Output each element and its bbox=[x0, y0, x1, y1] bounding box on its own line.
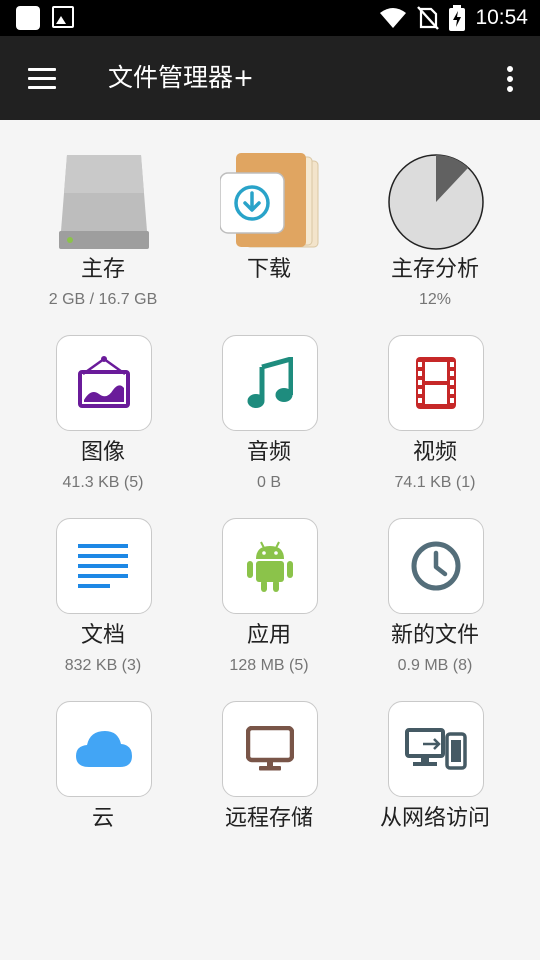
clock-time: 10:54 bbox=[475, 6, 528, 29]
documents-icon-button bbox=[56, 518, 152, 614]
tile-subtitle: 2 GB / 16.7 GB bbox=[48, 291, 158, 308]
music-note-icon bbox=[247, 357, 293, 408]
tile-storage-analysis[interactable]: 主存分析 12% bbox=[352, 150, 518, 333]
video-icon-button bbox=[388, 335, 484, 431]
document-lines-icon bbox=[78, 544, 128, 588]
tile-label: 云 bbox=[91, 806, 114, 831]
audio-icon-button bbox=[222, 335, 318, 431]
battery-charging-icon bbox=[449, 5, 466, 31]
remote-storage-icon-button bbox=[222, 701, 318, 797]
tile-label: 新的文件 bbox=[390, 623, 479, 648]
image-frame-icon bbox=[78, 356, 130, 408]
tile-label: 文档 bbox=[80, 623, 125, 648]
clock-icon bbox=[411, 541, 461, 591]
tile-subtitle: 832 KB (3) bbox=[64, 657, 142, 674]
film-strip-icon bbox=[416, 357, 456, 409]
app-bar: 文件管理器+ bbox=[0, 36, 540, 120]
tile-main-storage[interactable]: 主存 2 GB / 16.7 GB bbox=[20, 150, 186, 333]
tile-label: 音频 bbox=[246, 440, 291, 465]
hard-drive-icon bbox=[49, 150, 159, 254]
tile-downloads[interactable]: 下载 bbox=[186, 150, 352, 333]
tile-label: 远程存储 bbox=[224, 806, 313, 831]
tile-label: 主存分析 bbox=[390, 257, 479, 282]
recent-icon-button bbox=[388, 518, 484, 614]
tile-documents[interactable]: 文档 832 KB (3) bbox=[20, 516, 186, 699]
tile-remote-storage[interactable]: 远程存储 bbox=[186, 699, 352, 882]
status-bar: 10:54 bbox=[0, 0, 540, 36]
tile-cloud[interactable]: 云 bbox=[20, 699, 186, 882]
tile-images[interactable]: 图像 41.3 KB (5) bbox=[20, 333, 186, 516]
tile-video[interactable]: 视频 74.1 KB (1) bbox=[352, 333, 518, 516]
notification-icon bbox=[16, 6, 40, 30]
app-title: 文件管理器+ bbox=[108, 63, 254, 92]
hamburger-menu-icon[interactable] bbox=[20, 60, 64, 96]
monitor-icon bbox=[246, 726, 294, 771]
download-folder-icon bbox=[215, 150, 325, 254]
apps-icon-button bbox=[222, 518, 318, 614]
tile-label: 下载 bbox=[246, 257, 291, 282]
network-access-icon-button bbox=[388, 701, 484, 797]
android-icon bbox=[247, 541, 293, 592]
tile-subtitle: 74.1 KB (1) bbox=[394, 474, 476, 491]
tile-subtitle: 128 MB (5) bbox=[229, 657, 309, 674]
more-vert-icon[interactable] bbox=[498, 64, 522, 94]
pie-chart-icon bbox=[381, 150, 491, 254]
no-sim-icon bbox=[417, 6, 440, 30]
tile-label: 应用 bbox=[246, 623, 291, 648]
tile-recent-files[interactable]: 新的文件 0.9 MB (8) bbox=[352, 516, 518, 699]
image-icon-button bbox=[56, 335, 152, 431]
tile-label: 视频 bbox=[412, 440, 457, 465]
tile-audio[interactable]: 音频 0 B bbox=[186, 333, 352, 516]
tile-label: 主存 bbox=[80, 257, 125, 282]
image-icon bbox=[52, 6, 74, 28]
cloud-icon bbox=[76, 731, 132, 767]
tile-network-access[interactable]: 从网络访问 bbox=[352, 699, 518, 882]
wifi-icon bbox=[380, 8, 407, 28]
category-grid: 主存 2 GB / 16.7 GB 下载 主存分析 12% 图像 41.3 KB… bbox=[20, 150, 518, 882]
tile-subtitle: 0 B bbox=[256, 474, 281, 491]
tile-subtitle: 41.3 KB (5) bbox=[62, 474, 144, 491]
tile-subtitle: 12% bbox=[418, 291, 452, 308]
tile-apps[interactable]: 应用 128 MB (5) bbox=[186, 516, 352, 699]
tile-subtitle: 0.9 MB (8) bbox=[397, 657, 473, 674]
tile-label: 图像 bbox=[80, 440, 125, 465]
cloud-icon-button bbox=[56, 701, 152, 797]
devices-icon bbox=[405, 728, 467, 770]
tile-label: 从网络访问 bbox=[379, 806, 490, 831]
